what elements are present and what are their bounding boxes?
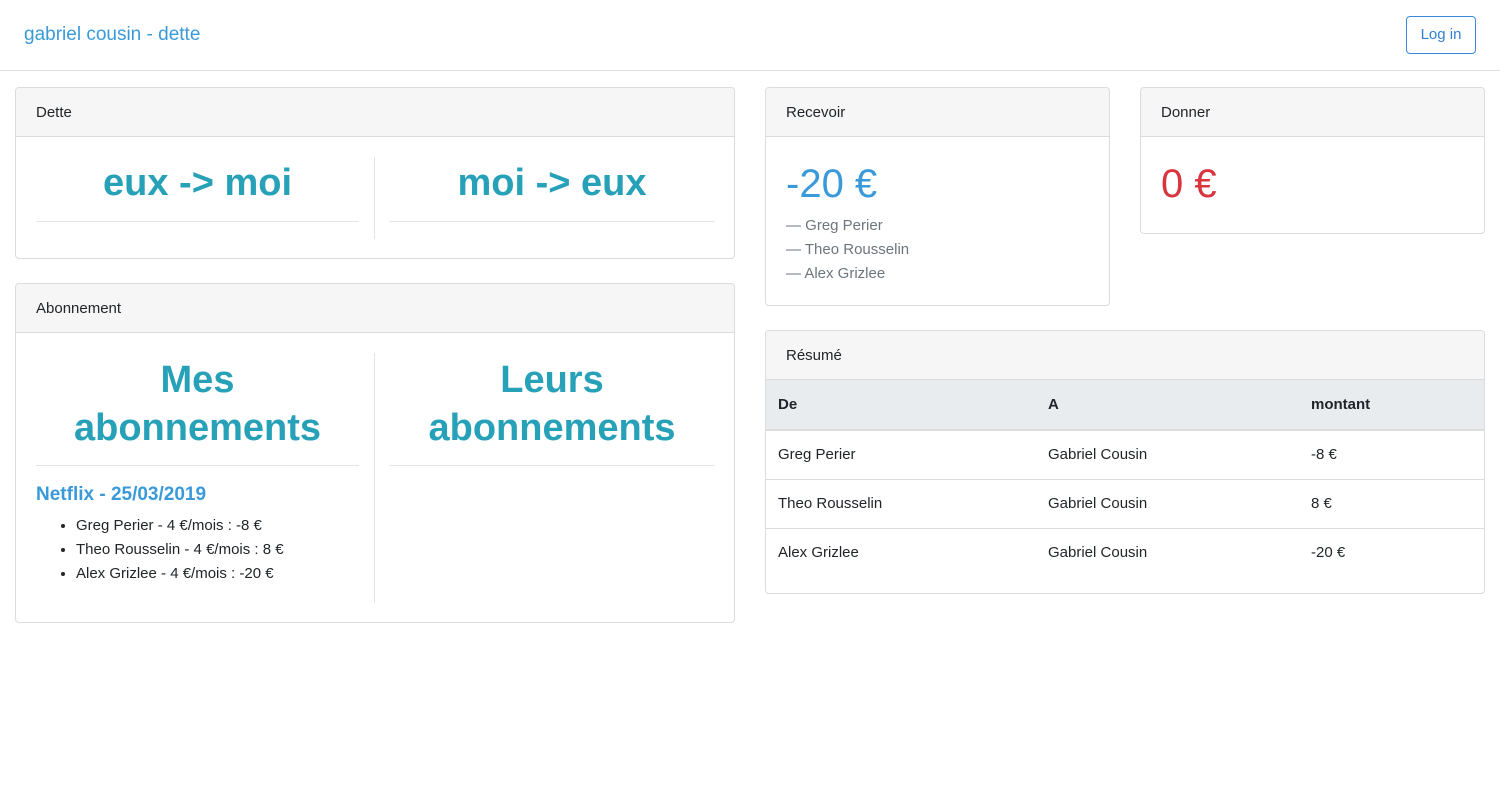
abonnement-right-rule — [390, 465, 714, 466]
column-header-a: A — [1036, 380, 1299, 431]
donner-card: Donner 0 € — [1140, 87, 1485, 234]
subscription-title: Netflix - 25/03/2019 — [36, 484, 207, 505]
abonnement-left-rule — [36, 465, 359, 466]
donner-card-header: Donner — [1141, 88, 1484, 137]
column-header-de: De — [766, 380, 1036, 431]
cell-a: Gabriel Cousin — [1036, 430, 1299, 480]
abonnement-right-col: Leurs abonnements — [390, 356, 714, 452]
resume-card-header: Résumé — [766, 331, 1484, 380]
recevoir-amount: -20 € — [786, 162, 878, 206]
brand-link[interactable]: gabriel cousin - dette — [24, 24, 200, 46]
subscription-member-item: Theo Rousselin - 4 €/mois : 8 € — [76, 538, 284, 562]
table-row: Theo Rousselin Gabriel Cousin 8 € — [766, 479, 1484, 529]
column-header-montant: montant — [1299, 380, 1484, 431]
recevoir-person: — Alex Grizlee — [786, 265, 886, 282]
recevoir-person: — Greg Perier — [786, 217, 883, 234]
subscription-members-list: Greg Perier - 4 €/mois : -8 € Theo Rouss… — [56, 514, 284, 586]
abonnement-left-col: Mes abonnements — [36, 356, 359, 452]
recevoir-card-header: Recevoir — [766, 88, 1109, 137]
cell-de: Theo Rousselin — [766, 479, 1036, 529]
subscription-member-item: Alex Grizlee - 4 €/mois : -20 € — [76, 562, 284, 586]
dette-right-col: moi -> eux — [390, 157, 714, 207]
resume-header-row: De A montant — [766, 380, 1484, 431]
dette-left-col: eux -> moi — [36, 157, 359, 207]
cell-de: Alex Grizlee — [778, 544, 859, 562]
subscription-member-item: Greg Perier - 4 €/mois : -8 € — [76, 514, 284, 538]
navbar: gabriel cousin - dette Log in — [0, 0, 1500, 71]
dette-left-title: eux -> moi — [103, 162, 292, 204]
cell-a: Gabriel Cousin — [1048, 544, 1148, 562]
donner-amount: 0 € — [1161, 162, 1217, 206]
abonnement-card-header: Abonnement — [16, 284, 734, 333]
recevoir-card: Recevoir -20 € — Greg Perier — Theo Rous… — [765, 87, 1110, 306]
resume-table: De A montant Greg Perier Gabriel Cousin … — [766, 380, 1484, 577]
abonnement-column-divider — [374, 353, 375, 603]
dette-card: Dette eux -> moi moi -> eux — [15, 87, 735, 259]
cell-a: Gabriel Cousin — [1036, 479, 1299, 529]
dette-right-rule — [390, 221, 714, 222]
dette-left-rule — [36, 221, 359, 222]
abonnement-card: Abonnement Mes abonnements Netflix - 25/… — [15, 283, 735, 623]
mes-abonnements-title: Mes abonnements — [73, 359, 322, 449]
cell-de: Greg Perier — [766, 430, 1036, 480]
dette-card-header: Dette — [16, 88, 734, 137]
login-button[interactable]: Log in — [1406, 16, 1476, 54]
resume-card: Résumé De A montant Greg Perier Gabriel … — [765, 330, 1485, 594]
cell-montant: 8 € — [1299, 479, 1484, 529]
dette-column-divider — [374, 157, 375, 239]
cell-montant: -8 € — [1299, 430, 1484, 480]
table-row: Greg Perier Gabriel Cousin -8 € — [766, 430, 1484, 480]
recevoir-people-list: — Greg Perier — Theo Rousselin — Alex Gr… — [786, 214, 909, 286]
table-row: Alex Grizlee Gabriel Cousin -20 € — [766, 528, 1484, 577]
leurs-abonnements-title: Leurs abonnements — [428, 359, 676, 449]
dette-right-title: moi -> eux — [457, 162, 647, 204]
cell-montant: -20 € — [1311, 544, 1346, 562]
recevoir-person: — Theo Rousselin — [786, 241, 910, 258]
